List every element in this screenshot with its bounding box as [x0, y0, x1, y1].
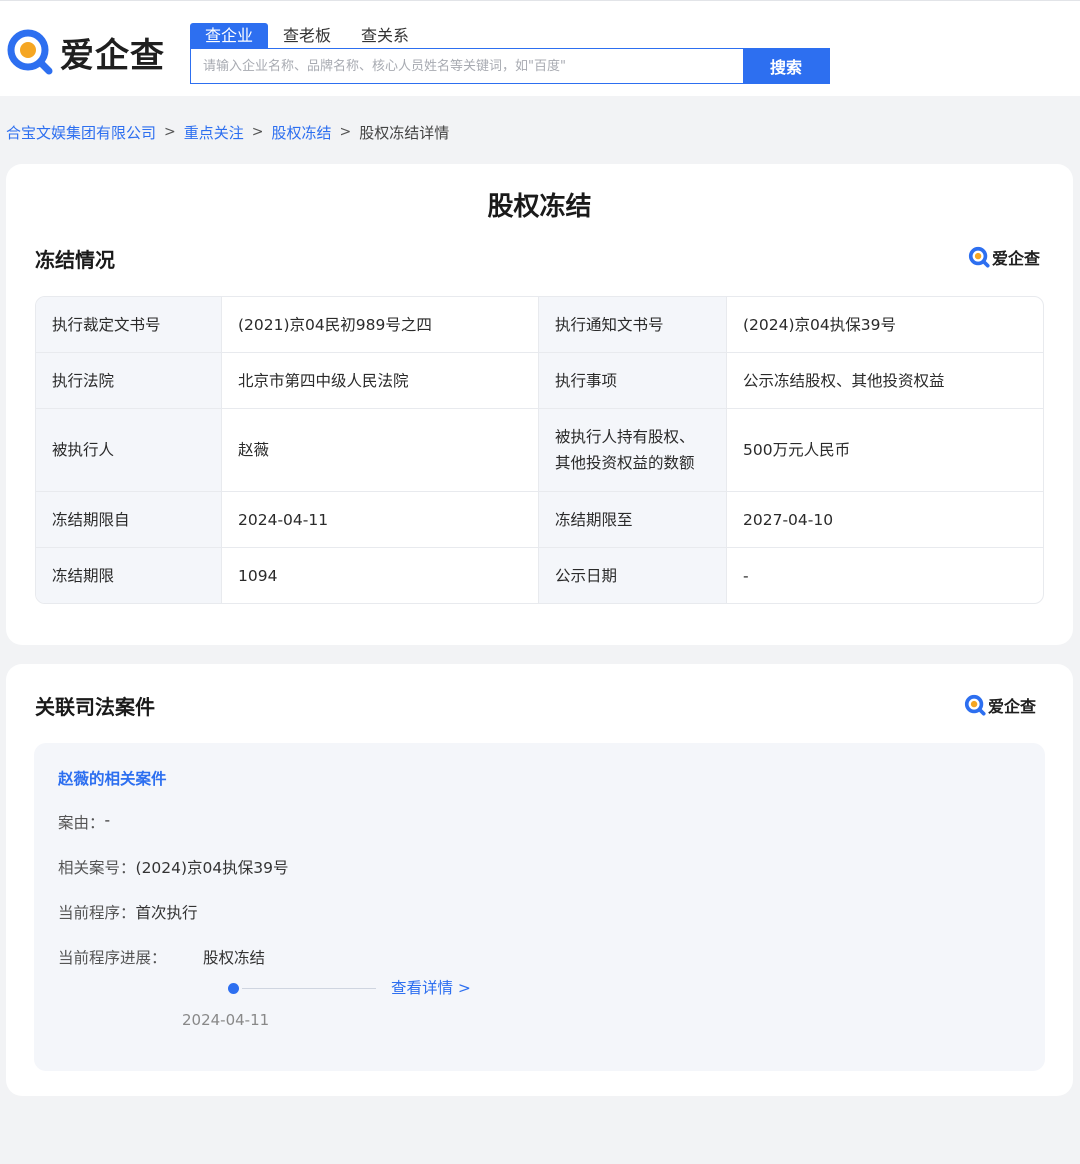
brand-label: 爱企查	[992, 249, 1041, 268]
magnifier-logo-icon	[7, 29, 53, 75]
freeze-detail-card: 股权冻结 冻结情况 爱企查 执行裁定文书号 (2021)京04民初989号之四 …	[6, 164, 1073, 645]
table-label: 执行事项	[539, 353, 727, 408]
breadcrumb: 合宝文娱集团有限公司 > 重点关注 > 股权冻结 > 股权冻结详情	[6, 121, 449, 143]
breadcrumb-separator: >	[339, 124, 352, 140]
case-cause: 案由： -	[58, 811, 110, 833]
table-value: (2024)京04执保39号	[743, 315, 896, 334]
timeline-dot	[228, 983, 239, 994]
breadcrumb-current: 股权冻结详情	[359, 123, 450, 142]
table-label-line: 其他投资权益的数额	[555, 454, 695, 472]
table-label: 冻结期限至	[539, 492, 727, 547]
magnifier-logo-icon	[968, 246, 990, 268]
brand-watermark: 爱企查	[968, 245, 1040, 269]
table-label: 执行通知文书号	[539, 297, 727, 352]
table-value: 赵薇	[222, 409, 539, 491]
table-label: 冻结期限自	[36, 492, 222, 547]
search-input[interactable]	[191, 49, 743, 83]
related-case-box: 赵薇的相关案件 案由： - 相关案号： (2024)京04执保39号 当前程序：…	[34, 743, 1045, 1071]
case-cause-value: -	[104, 811, 111, 829]
related-section-title: 关联司法案件	[35, 695, 155, 719]
related-case-link[interactable]: 赵薇的相关案件	[58, 767, 167, 789]
logo-text: 爱企查	[60, 35, 165, 76]
table-value: -	[743, 566, 749, 585]
freeze-section-title: 冻结情况	[35, 248, 115, 272]
search-button[interactable]: 搜索	[743, 49, 829, 83]
search-bar: 搜索	[190, 48, 830, 84]
case-number-label: 相关案号：	[58, 859, 136, 877]
table-label: 被执行人	[36, 409, 222, 491]
table-value: 1094	[222, 548, 539, 603]
search-tabs: 查企业 查老板 查关系	[190, 23, 424, 49]
breadcrumb-focus[interactable]: 重点关注	[184, 122, 244, 143]
table-value: 2024-04-11	[222, 492, 539, 547]
tab-boss[interactable]: 查老板	[268, 23, 346, 49]
progress-stage: 股权冻结	[203, 949, 266, 967]
view-detail-link[interactable]: 查看详情 >	[391, 976, 471, 998]
breadcrumb-equity-freeze[interactable]: 股权冻结	[272, 122, 332, 143]
table-label: 被执行人持有股权、 其他投资权益的数额	[539, 409, 727, 491]
case-stage-label: 当前程序：	[58, 904, 136, 922]
table-value: 500万元人民币	[743, 441, 851, 459]
table-value: 公示冻结股权、其他投资权益	[743, 371, 945, 390]
table-label: 公示日期	[539, 548, 727, 603]
progress-label: 当前程序进展：	[58, 949, 167, 967]
brand-watermark: 爱企查	[964, 693, 1036, 717]
table-row: 执行裁定文书号 (2021)京04民初989号之四 执行通知文书号 (2024)…	[36, 297, 1043, 353]
case-stage: 当前程序： 首次执行	[58, 901, 198, 923]
table-label: 冻结期限	[36, 548, 222, 603]
site-logo[interactable]: 爱企查	[6, 27, 165, 77]
table-label: 执行法院	[36, 353, 222, 408]
magnifier-logo-icon	[964, 694, 986, 716]
table-row: 冻结期限自 2024-04-11 冻结期限至 2027-04-10	[36, 492, 1043, 548]
progress-date: 2024-04-11	[182, 1011, 270, 1029]
freeze-info-table: 执行裁定文书号 (2021)京04民初989号之四 执行通知文书号 (2024)…	[35, 296, 1044, 604]
case-stage-value: 首次执行	[135, 904, 198, 922]
table-row: 冻结期限 1094 公示日期 -	[36, 548, 1043, 603]
tab-relation[interactable]: 查关系	[346, 23, 424, 49]
table-row: 执行法院 北京市第四中级人民法院 执行事项 公示冻结股权、其他投资权益	[36, 353, 1043, 409]
brand-label: 爱企查	[988, 697, 1037, 716]
table-label-line: 被执行人持有股权、	[555, 428, 695, 446]
table-value: 北京市第四中级人民法院	[222, 353, 539, 408]
related-cases-card: 关联司法案件 爱企查 赵薇的相关案件 案由： - 相关案号： (2024)京04…	[6, 664, 1073, 1096]
table-label: 执行裁定文书号	[36, 297, 222, 352]
top-header: 爱企查 查企业 查老板 查关系 搜索	[0, 0, 1080, 96]
table-value: 2027-04-10	[743, 510, 834, 529]
breadcrumb-separator: >	[251, 124, 264, 140]
timeline-line	[242, 988, 376, 989]
table-value: (2021)京04民初989号之四	[222, 297, 539, 352]
breadcrumb-company[interactable]: 合宝文娱集团有限公司	[6, 122, 156, 143]
page-title: 股权冻结	[487, 192, 592, 222]
breadcrumb-separator: >	[164, 124, 176, 140]
case-number: 相关案号： (2024)京04执保39号	[58, 856, 289, 878]
table-row: 被执行人 赵薇 被执行人持有股权、 其他投资权益的数额 500万元人民币	[36, 409, 1043, 492]
tab-company[interactable]: 查企业	[190, 23, 269, 49]
case-number-value: (2024)京04执保39号	[135, 859, 289, 877]
case-cause-label: 案由：	[58, 814, 105, 832]
